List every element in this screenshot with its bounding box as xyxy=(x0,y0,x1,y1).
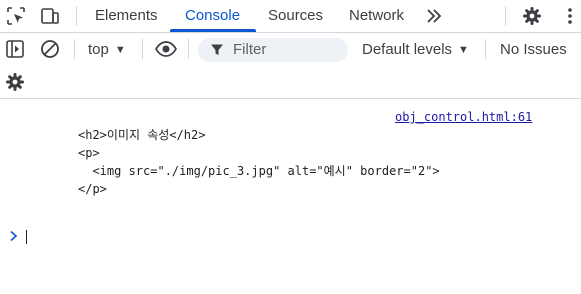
active-tab-indicator xyxy=(170,29,256,32)
context-selector[interactable]: top ▼ xyxy=(88,40,126,60)
toolbar-divider xyxy=(188,39,189,59)
chevron-double-right-icon[interactable] xyxy=(424,6,444,26)
live-expression-eye-icon[interactable] xyxy=(154,39,178,59)
inspect-element-icon[interactable] xyxy=(6,6,26,26)
log-levels-dropdown[interactable]: Default levels ▼ xyxy=(362,40,469,61)
tab-console[interactable]: Console xyxy=(185,0,240,31)
source-location-link[interactable]: obj_control.html:61 xyxy=(395,108,532,126)
device-toolbar-icon[interactable] xyxy=(40,6,60,26)
toolbar-divider xyxy=(74,39,75,59)
log-line: <h2>이미지 속성</h2> xyxy=(78,128,206,142)
console-settings-gear-icon[interactable] xyxy=(5,72,25,92)
prompt-chevron-icon xyxy=(10,230,18,242)
toolbar-divider xyxy=(505,6,506,26)
issues-button[interactable]: No Issues xyxy=(500,40,567,60)
sidebar-toggle-icon[interactable] xyxy=(5,39,25,59)
log-line: </p> xyxy=(78,182,107,196)
filter-input[interactable]: Filter xyxy=(198,38,348,62)
console-log-message: <h2>이미지 속성</h2> <p> <img src="./img/pic_3… xyxy=(78,126,440,198)
toolbar-divider xyxy=(485,39,486,59)
clear-console-icon[interactable] xyxy=(40,39,60,59)
gear-icon[interactable] xyxy=(522,6,542,26)
log-line: <img src="./img/pic_3.jpg" alt="예시" bord… xyxy=(78,164,440,178)
log-levels-label: Default levels xyxy=(362,41,453,58)
toolbar-divider xyxy=(142,39,143,59)
console-input-cursor[interactable] xyxy=(26,230,27,244)
kebab-menu-icon[interactable] xyxy=(560,6,580,26)
toolbar-divider xyxy=(76,6,77,26)
caret-down-icon: ▼ xyxy=(458,44,469,56)
log-line: <p> xyxy=(78,146,100,160)
caret-down-icon: ▼ xyxy=(114,44,126,56)
devtools-tab-bar: Elements Console Sources Network xyxy=(0,0,581,33)
context-selector-label: top xyxy=(88,41,109,58)
tab-elements[interactable]: Elements xyxy=(95,0,158,31)
console-header-divider xyxy=(0,98,581,99)
tab-sources[interactable]: Sources xyxy=(268,0,323,31)
tab-network[interactable]: Network xyxy=(349,0,404,31)
filter-placeholder: Filter xyxy=(233,41,267,58)
filter-funnel-icon xyxy=(211,44,223,55)
